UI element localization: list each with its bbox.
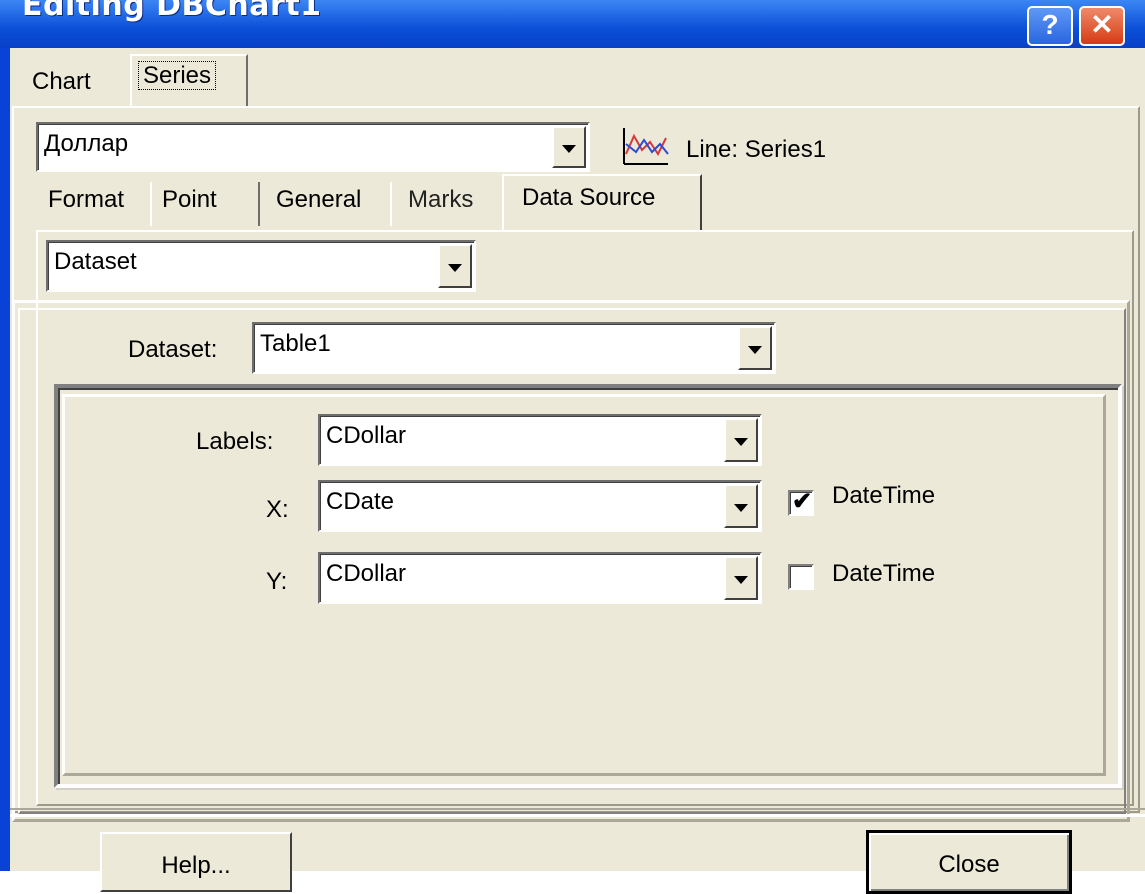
tab-marks[interactable]: Marks: [392, 182, 502, 226]
close-button[interactable]: Close: [866, 830, 1072, 894]
x-field-label: X:: [266, 496, 289, 523]
close-button-label: Close: [938, 851, 1000, 878]
dataset-select-value: Table1: [260, 330, 331, 357]
chevron-down-icon[interactable]: [438, 244, 472, 288]
dataset-select[interactable]: Table1: [252, 322, 776, 374]
source-type-value: Dataset: [54, 248, 137, 275]
labels-select[interactable]: CDollar: [318, 414, 762, 466]
checkmark-icon: ✔: [792, 488, 813, 515]
tab-format-label: Format: [48, 186, 125, 213]
divider: [10, 808, 1145, 810]
help-button-label: Help...: [161, 852, 231, 879]
tab-general[interactable]: General: [262, 182, 392, 226]
y-select[interactable]: CDollar: [318, 552, 762, 604]
x-datetime-label[interactable]: DateTime: [832, 482, 935, 510]
tab-point[interactable]: Point: [152, 182, 260, 226]
dataset-label: Dataset:: [128, 336, 218, 363]
y-datetime-checkbox[interactable]: [788, 564, 814, 590]
divider: [10, 814, 1145, 817]
y-field-label: Y:: [266, 568, 288, 595]
chevron-down-icon[interactable]: [724, 418, 758, 462]
line-chart-icon: [623, 128, 669, 165]
chevron-down-icon[interactable]: [724, 556, 758, 600]
tab-chart[interactable]: Chart: [10, 58, 130, 106]
tab-chart-label: Chart: [32, 68, 91, 95]
labels-field-label: Labels:: [196, 428, 274, 455]
tab-series-label: Series: [138, 61, 217, 90]
title-bar[interactable]: Editing DBChart1 ? ✕: [0, 0, 1145, 48]
series-type-label: Line: Series1: [686, 136, 827, 163]
tab-format[interactable]: Format: [42, 182, 152, 226]
source-type-select[interactable]: Dataset: [46, 240, 476, 292]
close-icon[interactable]: ✕: [1079, 6, 1125, 46]
chevron-down-icon[interactable]: [738, 326, 772, 370]
y-datetime-label[interactable]: DateTime: [832, 560, 935, 588]
tab-data-source[interactable]: Data Source: [502, 174, 702, 230]
series-select[interactable]: Доллар: [36, 122, 590, 172]
help-button[interactable]: Help...: [100, 832, 292, 892]
tab-marks-label: Marks: [408, 186, 474, 213]
tab-data-source-label: Data Source: [522, 184, 656, 211]
tab-general-label: General: [276, 186, 362, 213]
tab-series[interactable]: Series: [130, 54, 248, 108]
labels-select-value: CDollar: [326, 422, 407, 449]
x-select[interactable]: CDate: [318, 480, 762, 532]
y-select-value: CDollar: [326, 560, 407, 587]
series-select-value: Доллар: [44, 130, 129, 157]
x-select-value: CDate: [326, 488, 395, 515]
window-title: Editing DBChart1: [22, 0, 322, 23]
chevron-down-icon[interactable]: [724, 484, 758, 528]
tab-point-label: Point: [162, 186, 217, 213]
x-datetime-checkbox[interactable]: ✔: [788, 488, 814, 516]
chevron-down-icon[interactable]: [552, 126, 586, 168]
help-icon[interactable]: ?: [1027, 6, 1073, 46]
